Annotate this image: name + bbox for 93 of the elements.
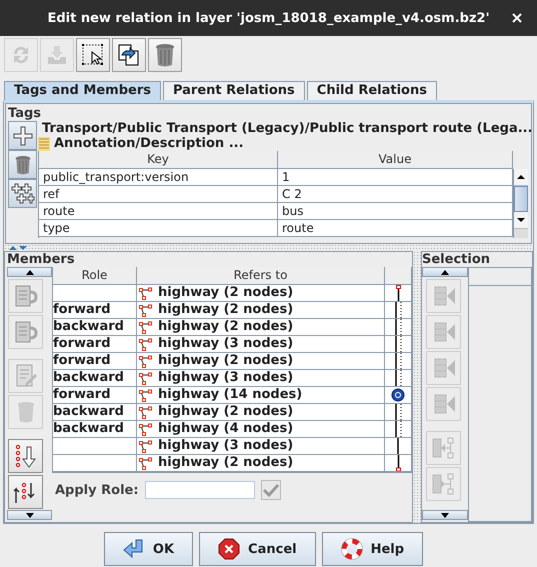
table-cell: highway (3 nodes) [137,336,385,353]
lifebuoy-icon [340,538,363,560]
scroll-down-button[interactable] [422,510,468,520]
splitter[interactable] [4,244,533,251]
way-icon [139,406,152,418]
role-field[interactable] [144,481,255,499]
scrollbar[interactable] [513,169,528,238]
table-cell: forward [53,387,137,404]
column-header[interactable]: Refers to [137,267,385,285]
plus-icon [10,182,34,204]
table-cell: bus [278,203,513,220]
table-cell: forward [53,353,137,370]
delete-button[interactable] [148,38,182,72]
trash-icon [16,399,36,425]
table-cell: backward [53,319,137,336]
table-cell: ref [39,186,278,203]
edit-icon [14,363,38,389]
add-tag-button[interactable] [8,121,37,150]
table-cell: backward [53,404,137,421]
plus-icon [12,126,32,146]
table-cell: type [39,220,278,237]
table-cell: highway (2 nodes) [137,404,385,421]
tab[interactable]: Tags and Members [4,81,161,100]
column-header[interactable]: Value [278,151,513,169]
table-cell: highway (3 nodes) [137,438,385,455]
way-icon [139,304,152,316]
preset-link[interactable]: Annotation/Description ... [38,136,528,151]
way-icon [139,372,152,384]
table-cell: forward [53,302,137,319]
section-title: Tags [8,106,42,121]
reverse-button[interactable] [8,475,43,509]
column-header[interactable]: Key [39,151,278,169]
section-title: Members [7,252,76,267]
documents-icon [117,43,141,67]
section-title: Selection [422,252,492,267]
table-cell: highway (4 nodes) [137,421,385,438]
table-cell: highway (2 nodes) [137,302,385,319]
sort-button[interactable] [8,439,43,473]
table-cell: backward [53,370,137,387]
scroll-up-button[interactable] [422,267,468,277]
way-icon [139,456,152,470]
table-cell: highway (2 nodes) [137,319,385,336]
way-icon [139,320,152,334]
table-cell: highway (2 nodes) [137,285,385,302]
column-header[interactable] [385,267,412,285]
window-title: Edit new relation in layer 'josm_18018_example_v4.osm.bz2' [47,10,490,26]
field-label: Apply Role: [55,482,139,498]
table-cell: highway (14 nodes) [137,387,385,404]
close-icon[interactable] [512,13,522,23]
down-arrow-icon [441,512,449,518]
zoom-button[interactable] [112,38,146,72]
tab[interactable]: Child Relations [306,81,437,100]
list-arrow-icon [12,319,38,345]
tray-icon [45,43,69,67]
table-cell: highway (2 nodes) [137,455,385,472]
tab[interactable]: Parent Relations [162,81,305,100]
select-icon [81,43,105,67]
table-cell: route [39,203,278,220]
select-button[interactable] [76,38,110,72]
list-arrow-icon [12,283,38,309]
way-icon [139,422,152,436]
table-cell: forward [53,336,137,353]
delete-tag-button[interactable] [8,150,37,179]
cancel-button[interactable]: Cancel [199,532,316,566]
table-cell: C 2 [278,186,513,203]
way-icon [139,286,152,300]
way-icon [139,338,152,350]
column-header[interactable]: Role [53,267,137,285]
trash-icon [154,42,176,68]
tree-icon [430,435,456,461]
collapse-arrows-icon [8,244,28,250]
table-cell: public_transport:version [39,169,278,186]
scroll-up-button[interactable] [7,267,52,277]
cancel-icon [218,538,240,560]
table-cell: 1 [278,169,513,186]
check-icon [262,483,279,497]
help-button[interactable]: Help [322,532,424,566]
note-icon [38,136,50,150]
scroll-down-button[interactable] [7,510,52,520]
paste-tags-button[interactable] [8,179,37,208]
up-arrow-icon [26,270,34,274]
way-icon [139,388,152,402]
table-cell: highway (2 nodes) [137,353,385,370]
table-cell: backward [53,421,137,438]
down-arrow-icon [26,512,34,518]
ok-button[interactable]: OK [104,532,194,566]
table-cell: route [278,220,513,237]
tree-icon [430,471,456,497]
way-icon [139,440,152,452]
table-cell: highway (3 nodes) [137,370,385,387]
return-arrow-icon [122,539,145,559]
way-icon [139,354,152,368]
up-arrow-icon [441,270,449,274]
